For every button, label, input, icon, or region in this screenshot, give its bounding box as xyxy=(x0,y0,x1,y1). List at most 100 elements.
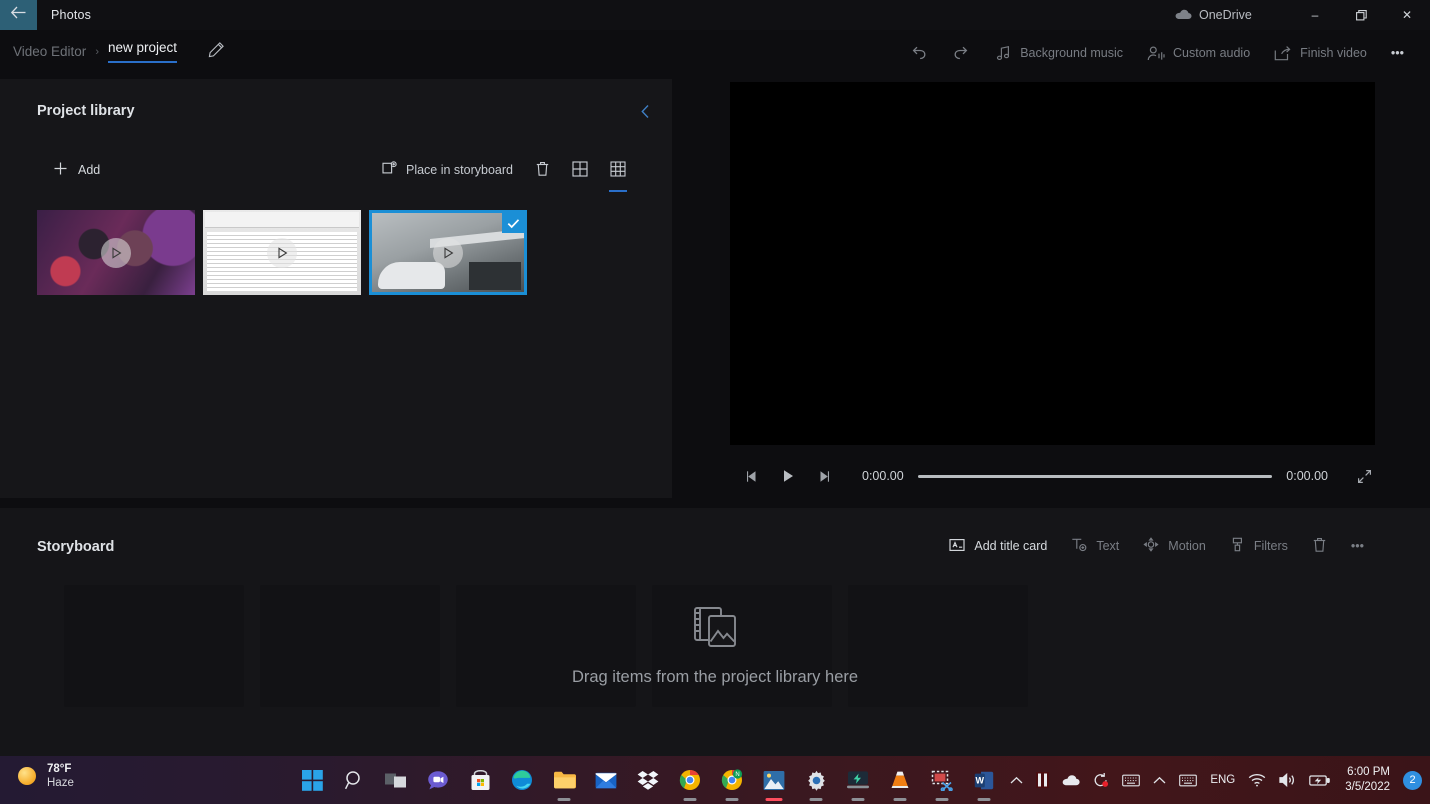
notification-badge[interactable]: 2 xyxy=(1403,770,1422,790)
next-frame-button[interactable] xyxy=(806,461,842,491)
search-button[interactable] xyxy=(342,768,366,792)
motion-button[interactable]: Motion xyxy=(1132,530,1217,562)
system-tray: ENG 6:00 PM 3/5/2022 2 xyxy=(1010,756,1422,804)
add-title-card-button[interactable]: Add title card xyxy=(938,530,1058,562)
music-note-icon xyxy=(995,45,1012,62)
weather-condition: Haze xyxy=(47,777,74,790)
cloud-icon[interactable] xyxy=(1062,774,1080,786)
finish-video-button[interactable]: Finish video xyxy=(1262,36,1379,70)
start-button[interactable] xyxy=(300,768,324,792)
seek-scrubber[interactable] xyxy=(917,474,1273,478)
fullscreen-button[interactable] xyxy=(1346,461,1382,491)
app-active-indicator xyxy=(557,798,571,801)
place-in-storyboard-button[interactable]: Place in storyboard xyxy=(372,153,523,187)
thumbnail-people-crowd[interactable] xyxy=(37,210,195,295)
language-indicator[interactable]: ENG xyxy=(1210,774,1235,786)
onedrive-status[interactable]: OneDrive xyxy=(1175,0,1252,30)
battery-charging-icon[interactable] xyxy=(1309,774,1331,787)
close-button[interactable]: ✕ xyxy=(1384,0,1430,30)
chat-button[interactable] xyxy=(426,768,450,792)
task-view-button[interactable] xyxy=(384,768,408,792)
wifi-icon[interactable] xyxy=(1248,773,1266,787)
storyboard-tools: Add title card Text Motion Filters ••• xyxy=(938,530,1375,562)
export-video-icon xyxy=(1274,45,1292,62)
add-title-card-label: Add title card xyxy=(974,539,1048,553)
app-active-indicator xyxy=(935,798,949,801)
video-preview-surface[interactable] xyxy=(730,82,1375,445)
storyboard-slot[interactable] xyxy=(64,585,244,707)
command-bar-overflow-button[interactable]: ••• xyxy=(1379,36,1416,70)
add-media-label: Add xyxy=(78,163,101,177)
chrome-button[interactable] xyxy=(678,768,702,801)
back-arrow-icon xyxy=(10,5,27,25)
photos-video-editor-window: Photos OneDrive – ✕ Video Editor › new p… xyxy=(0,0,1430,804)
text-button[interactable]: Text xyxy=(1060,530,1130,562)
driver-app-button[interactable] xyxy=(846,768,870,801)
chrome-second-button[interactable]: N xyxy=(720,768,744,801)
pencil-icon[interactable] xyxy=(208,41,225,63)
vlc-button[interactable] xyxy=(888,768,912,801)
file-explorer-button[interactable] xyxy=(552,768,576,801)
storyboard-slot[interactable] xyxy=(260,585,440,707)
edge-button[interactable] xyxy=(510,768,534,792)
thumbnail-spreadsheet[interactable] xyxy=(203,210,361,295)
thumbnail-garage-car[interactable] xyxy=(369,210,527,295)
storyboard-overflow-button[interactable]: ••• xyxy=(1340,530,1375,562)
speaker-icon[interactable] xyxy=(1279,773,1296,787)
play-icon xyxy=(433,237,463,268)
clock[interactable]: 6:00 PM 3/5/2022 xyxy=(1345,765,1390,795)
window-controls: – ✕ xyxy=(1292,0,1430,30)
minimize-button[interactable]: – xyxy=(1292,0,1338,30)
svg-text:W: W xyxy=(976,775,985,785)
sync-alert-icon[interactable] xyxy=(1093,772,1109,788)
selected-check-badge xyxy=(502,213,524,233)
add-media-button[interactable]: Add xyxy=(44,156,109,184)
tray-overflow-chevron-icon[interactable] xyxy=(1153,776,1166,785)
grid-small-icon xyxy=(610,160,626,180)
library-tools: Place in storyboard xyxy=(372,153,636,192)
delete-media-button[interactable] xyxy=(525,153,560,187)
breadcrumb-new-project[interactable]: new project xyxy=(107,40,178,63)
breadcrumb-video-editor[interactable]: Video Editor xyxy=(13,44,86,59)
filters-button[interactable]: Filters xyxy=(1219,530,1299,562)
command-bar: Video Editor › new project Background mu… xyxy=(0,30,1430,77)
store-button[interactable] xyxy=(468,768,492,792)
chevron-left-icon xyxy=(640,104,651,124)
play-button[interactable] xyxy=(770,461,806,491)
weather-widget[interactable]: 78°F Haze xyxy=(18,762,74,791)
grid-large-view-button[interactable] xyxy=(562,153,598,187)
keyboard-icon[interactable] xyxy=(1122,774,1141,787)
storyboard-panel: Storyboard Add title card Text Motion Fi… xyxy=(0,508,1430,756)
ime-keyboard-icon[interactable] xyxy=(1179,774,1198,787)
word-button[interactable]: W xyxy=(972,768,996,801)
storyboard-drop-area[interactable]: Drag items from the project library here xyxy=(0,585,1430,715)
plus-icon xyxy=(53,161,68,179)
background-music-button[interactable]: Background music xyxy=(983,36,1135,70)
collapse-library-button[interactable] xyxy=(632,101,658,127)
grid-small-view-button[interactable] xyxy=(600,153,636,192)
back-button[interactable] xyxy=(0,0,37,30)
sun-icon xyxy=(18,767,36,786)
tray-app-icon[interactable] xyxy=(1036,772,1050,788)
dropbox-button[interactable] xyxy=(636,768,660,792)
storyboard-slot[interactable] xyxy=(652,585,832,707)
storyboard-delete-button[interactable] xyxy=(1301,530,1338,562)
mail-button[interactable] xyxy=(594,768,618,792)
undo-button[interactable] xyxy=(897,36,940,70)
play-icon xyxy=(267,237,297,268)
storyboard-slot[interactable] xyxy=(456,585,636,707)
snipping-tool-button[interactable] xyxy=(930,768,954,801)
settings-button[interactable] xyxy=(804,768,828,801)
place-in-storyboard-label: Place in storyboard xyxy=(405,163,513,177)
maximize-button[interactable] xyxy=(1338,0,1384,30)
redo-button[interactable] xyxy=(940,36,983,70)
custom-audio-button[interactable]: Custom audio xyxy=(1135,36,1262,70)
storyboard-slot[interactable] xyxy=(848,585,1028,707)
player-controls: 0:00.00 0:00.00 xyxy=(720,457,1390,495)
redo-icon xyxy=(952,45,971,62)
previous-frame-button[interactable] xyxy=(734,461,770,491)
photos-button[interactable] xyxy=(762,768,786,801)
chevron-up-icon[interactable] xyxy=(1010,776,1023,785)
play-icon xyxy=(101,237,131,268)
title-bar: Photos OneDrive – ✕ xyxy=(0,0,1430,30)
